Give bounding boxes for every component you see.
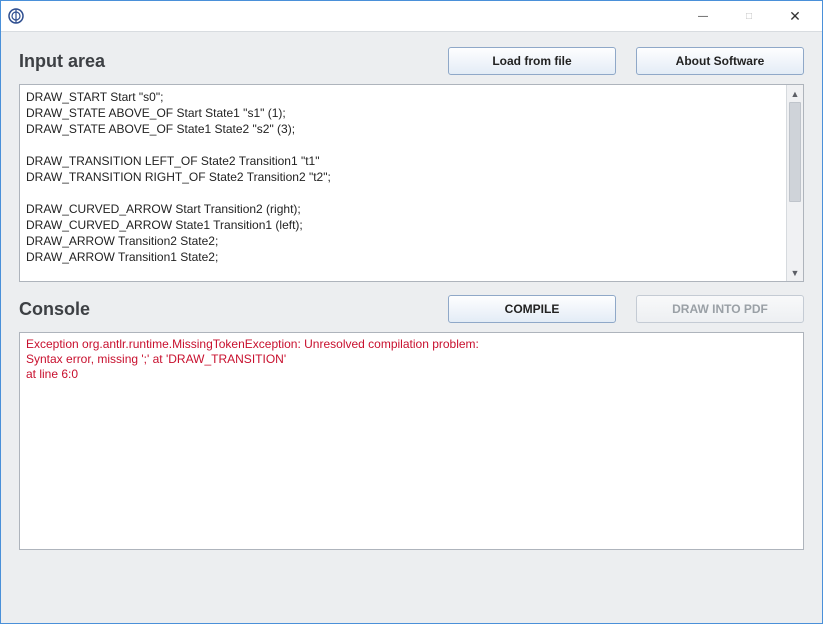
console-output: Exception org.antlr.runtime.MissingToken… <box>19 332 804 550</box>
content-area: Input area Load from file About Software… <box>1 31 822 623</box>
code-input[interactable] <box>20 85 786 281</box>
close-button[interactable]: ✕ <box>772 1 818 31</box>
app-icon <box>7 7 25 25</box>
application-window: — □ ✕ Input area Load from file About So… <box>0 0 823 624</box>
scroll-thumb[interactable] <box>789 102 801 202</box>
input-header: Input area Load from file About Software <box>19 46 804 76</box>
input-textarea-container: ▲ ▼ <box>19 84 804 282</box>
about-software-button[interactable]: About Software <box>636 47 804 75</box>
console-header: Console COMPILE DRAW INTO PDF <box>19 294 804 324</box>
scroll-down-icon[interactable]: ▼ <box>787 264 803 281</box>
load-from-file-button[interactable]: Load from file <box>448 47 616 75</box>
maximize-button[interactable]: □ <box>726 1 772 31</box>
scroll-up-icon[interactable]: ▲ <box>787 85 803 102</box>
minimize-button[interactable]: — <box>680 1 726 31</box>
draw-into-pdf-button: DRAW INTO PDF <box>636 295 804 323</box>
input-heading: Input area <box>19 51 440 72</box>
input-scrollbar[interactable]: ▲ ▼ <box>786 85 803 281</box>
titlebar: — □ ✕ <box>1 1 822 31</box>
compile-button[interactable]: COMPILE <box>448 295 616 323</box>
console-heading: Console <box>19 299 440 320</box>
